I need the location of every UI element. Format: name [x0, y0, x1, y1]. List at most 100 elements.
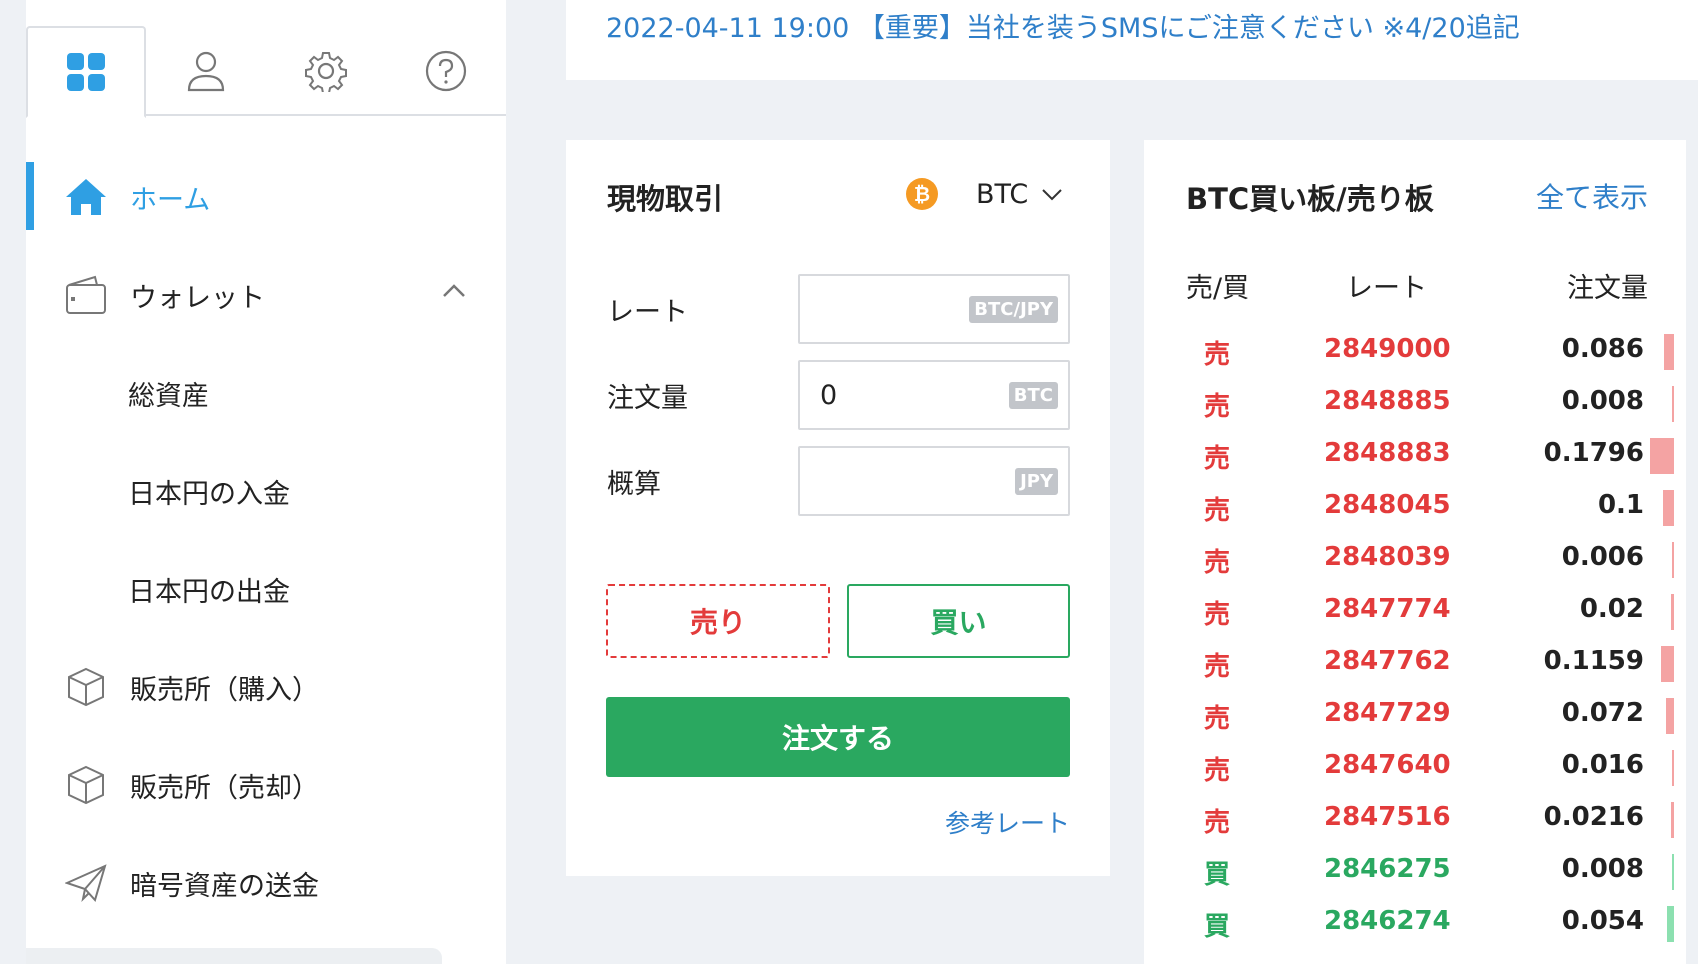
order-amount: 0.006: [1561, 542, 1644, 572]
coin-selector[interactable]: ₿ BTC: [906, 178, 1064, 210]
depth-bar: [1650, 438, 1674, 474]
sidebar-item-label: ホーム: [130, 184, 211, 216]
sidebar-tab-bar: [26, 0, 506, 118]
order-rate: 2847516: [1324, 802, 1451, 832]
order-side: 売: [1204, 340, 1231, 370]
sidebar-item-jpy-deposit[interactable]: 日本円の入金: [26, 442, 506, 540]
table-row[interactable]: 買 2846274 0.054: [1144, 896, 1686, 948]
depth-bar: [1672, 750, 1674, 786]
table-row[interactable]: 売 2847516 0.0216: [1144, 792, 1686, 844]
sidebar-item-jpy-withdraw[interactable]: 日本円の出金: [26, 540, 506, 638]
order-side: 買: [1204, 912, 1231, 942]
status-bar: [26, 948, 442, 964]
sidebar-item-shop-buy[interactable]: 販売所（購入）: [26, 638, 506, 736]
order-side: 買: [1204, 860, 1231, 890]
sidebar-item-label: 販売所（売却）: [130, 772, 319, 804]
table-row[interactable]: 売 2847774 0.02: [1144, 584, 1686, 636]
sidebar: ホーム ウォレット 総資産 日本円の入金 日本円の出金 販売所（購入） 販売所（…: [26, 0, 506, 964]
table-row[interactable]: 売 2848045 0.1: [1144, 480, 1686, 532]
reference-rate-link[interactable]: 参考レート: [945, 804, 1070, 840]
column-header-rate: レート: [1346, 273, 1427, 304]
order-side: 売: [1204, 548, 1231, 578]
sidebar-item-shop-sell[interactable]: 販売所（売却）: [26, 736, 506, 834]
sidebar-item-home[interactable]: ホーム: [26, 148, 506, 246]
sidebar-item-wallet[interactable]: ウォレット: [26, 246, 506, 344]
table-row[interactable]: 売 2848039 0.006: [1144, 532, 1686, 584]
sidebar-item-label: ウォレット: [130, 282, 265, 314]
order-amount: 0.1159: [1543, 646, 1644, 676]
table-row[interactable]: 売 2849000 0.086: [1144, 324, 1686, 376]
amount-unit-badge: BTC: [1008, 382, 1058, 409]
tab-dashboard[interactable]: [26, 26, 146, 118]
sidebar-item-label: 日本円の出金: [128, 576, 290, 608]
depth-bar: [1666, 698, 1674, 734]
table-row[interactable]: 買 2846275 0.008: [1144, 844, 1686, 896]
order-side: 売: [1204, 808, 1231, 838]
order-side: 売: [1204, 600, 1231, 630]
order-side: 売: [1204, 444, 1231, 474]
table-row[interactable]: 売 2847729 0.072: [1144, 688, 1686, 740]
announcement-link[interactable]: 2022-04-11 19:00 【重要】当社を装うSMSにご注意ください ※4…: [606, 6, 1520, 45]
rate-input[interactable]: BTC/JPY: [798, 274, 1070, 344]
depth-bar: [1672, 386, 1674, 422]
grid-icon: [67, 53, 105, 91]
sidebar-item-label: 日本円の入金: [128, 478, 290, 510]
view-all-link[interactable]: 全て表示: [1536, 176, 1648, 216]
bitcoin-icon: ₿: [906, 178, 938, 210]
sidebar-item-label: 販売所（購入）: [130, 674, 319, 706]
sidebar-nav: ホーム ウォレット 総資産 日本円の入金 日本円の出金 販売所（購入） 販売所（…: [26, 148, 506, 932]
user-icon: [187, 51, 225, 92]
amount-value: 0: [820, 380, 838, 411]
order-rate: 2849000: [1324, 334, 1451, 364]
rate-unit-badge: BTC/JPY: [969, 296, 1058, 323]
order-book-panel: BTC買い板/売り板 全て表示 売/買 レート 注文量 売 2849000 0.08…: [1144, 140, 1686, 964]
order-rate: 2847729: [1324, 698, 1451, 728]
order-amount: 0.008: [1561, 854, 1644, 884]
tab-help[interactable]: [386, 26, 506, 116]
order-rate: 2848883: [1324, 438, 1451, 468]
gear-icon: [305, 52, 347, 92]
table-row[interactable]: 売 2847762 0.1159: [1144, 636, 1686, 688]
order-amount: 0.0216: [1543, 802, 1644, 832]
sidebar-item-label: 総資産: [128, 380, 209, 412]
chevron-down-icon: [1042, 189, 1063, 201]
panel-title: BTC買い板/売り板: [1186, 182, 1434, 216]
sell-button[interactable]: 売り: [606, 584, 830, 658]
box-icon: [64, 665, 108, 709]
order-amount: 0.008: [1561, 386, 1644, 416]
depth-bar: [1667, 906, 1674, 942]
order-amount: 0.086: [1561, 334, 1644, 364]
order-amount: 0.1796: [1543, 438, 1644, 468]
depth-bar: [1661, 646, 1674, 682]
amount-label: 注文量: [607, 383, 688, 414]
column-header-side: 売/買: [1186, 273, 1250, 304]
order-rate: 2846274: [1324, 906, 1451, 936]
depth-bar: [1671, 594, 1674, 630]
place-order-button[interactable]: 注文する: [606, 697, 1070, 777]
sidebar-item-crypto-send[interactable]: 暗号資産の送金: [26, 834, 506, 932]
order-side: 売: [1204, 704, 1231, 734]
send-icon: [64, 861, 108, 905]
announcement-banner: 2022-04-11 19:00 【重要】当社を装うSMSにご注意ください ※4…: [566, 0, 1698, 80]
order-rate: 2847774: [1324, 594, 1451, 624]
tab-account[interactable]: [146, 26, 266, 116]
buy-button[interactable]: 買い: [847, 584, 1070, 658]
table-row[interactable]: 売 2847640 0.016: [1144, 740, 1686, 792]
depth-bar: [1672, 854, 1674, 890]
order-rate: 2848885: [1324, 386, 1451, 416]
order-rate: 2848039: [1324, 542, 1451, 572]
order-rate: 2846275: [1324, 854, 1451, 884]
chevron-up-icon[interactable]: [442, 282, 466, 298]
order-side: 売: [1204, 756, 1231, 786]
order-amount: 0.072: [1561, 698, 1644, 728]
order-rate: 2847762: [1324, 646, 1451, 676]
table-row[interactable]: 売 2848885 0.008: [1144, 376, 1686, 428]
order-rate: 2848045: [1324, 490, 1451, 520]
table-row[interactable]: 売 2848883 0.1796: [1144, 428, 1686, 480]
spot-trade-panel: 現物取引 ₿ BTC レート BTC/JPY 注文量 0 BTC 概算 JPY …: [566, 140, 1110, 876]
order-amount: 0.016: [1561, 750, 1644, 780]
amount-input[interactable]: 0 BTC: [798, 360, 1070, 430]
tab-settings[interactable]: [266, 26, 386, 116]
sidebar-item-total-assets[interactable]: 総資産: [26, 344, 506, 442]
order-side: 売: [1204, 392, 1231, 422]
